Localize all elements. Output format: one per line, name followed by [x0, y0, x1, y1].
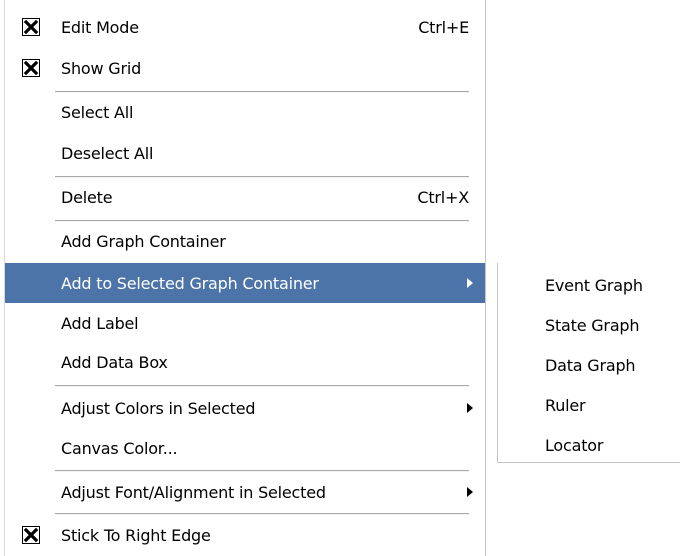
- menu-item-adjust-colors[interactable]: Adjust Colors in Selected: [5, 388, 485, 428]
- menu-item-label: Adjust Colors in Selected: [61, 398, 256, 418]
- menu-item-label: Add Graph Container: [61, 231, 226, 251]
- menu-item-add-graph-container[interactable]: Add Graph Container: [5, 221, 485, 261]
- submenu-item-locator[interactable]: Locator: [498, 425, 680, 465]
- menu-item-label: Locator: [545, 435, 604, 455]
- shortcut-label: Ctrl+E: [418, 17, 469, 37]
- menu-item-label: Add Label: [61, 313, 139, 333]
- submenu-item-data-graph[interactable]: Data Graph: [498, 345, 680, 385]
- chevron-right-icon: [467, 487, 473, 497]
- menu-item-canvas-color[interactable]: Canvas Color...: [5, 428, 485, 468]
- checkbox-checked-icon: [22, 526, 40, 544]
- menu-item-label: Select All: [61, 102, 134, 122]
- menu-item-label: Adjust Font/Alignment in Selected: [61, 482, 326, 502]
- menu-item-edit-mode[interactable]: Edit Mode Ctrl+E: [5, 7, 485, 47]
- menu-item-label: State Graph: [545, 315, 640, 335]
- menu-separator: [55, 385, 469, 387]
- menu-item-deselect-all[interactable]: Deselect All: [5, 133, 485, 173]
- menu-item-label: Show Grid: [61, 58, 142, 78]
- submenu-item-ruler[interactable]: Ruler: [498, 385, 680, 425]
- menu-item-label: Add Data Box: [61, 352, 168, 372]
- submenu-graph-types: Event Graph State Graph Data Graph Ruler…: [497, 263, 680, 463]
- chevron-right-icon: [467, 403, 473, 413]
- chevron-right-icon: [467, 278, 473, 288]
- menu-item-label: Data Graph: [545, 355, 636, 375]
- menu-item-label: Canvas Color...: [61, 438, 178, 458]
- menu-item-label: Stick To Right Edge: [61, 525, 211, 545]
- menu-item-add-data-box[interactable]: Add Data Box: [5, 342, 485, 382]
- menu-item-adjust-font[interactable]: Adjust Font/Alignment in Selected: [5, 472, 485, 512]
- menu-item-select-all[interactable]: Select All: [5, 92, 485, 132]
- menu-item-stick-to-right-edge[interactable]: Stick To Right Edge: [5, 515, 485, 555]
- menu-item-label: Add to Selected Graph Container: [61, 273, 319, 293]
- checkbox-checked-icon: [22, 59, 40, 77]
- submenu-item-event-graph[interactable]: Event Graph: [498, 265, 680, 305]
- menu-item-label: Ruler: [545, 395, 586, 415]
- menu-item-add-label[interactable]: Add Label: [5, 303, 485, 343]
- menu-item-add-to-selected-graph-container[interactable]: Add to Selected Graph Container: [5, 263, 485, 303]
- menu-item-label: Edit Mode: [61, 17, 139, 37]
- menu-item-label: Event Graph: [545, 275, 643, 295]
- submenu-item-state-graph[interactable]: State Graph: [498, 305, 680, 345]
- menu-item-label: Deselect All: [61, 143, 154, 163]
- menu-item-show-grid[interactable]: Show Grid: [5, 48, 485, 88]
- context-menu: Edit Mode Ctrl+E Show Grid Select All De…: [4, 0, 486, 556]
- checkbox-checked-icon: [22, 18, 40, 36]
- menu-item-label: Delete: [61, 187, 113, 207]
- shortcut-label: Ctrl+X: [417, 187, 469, 207]
- menu-item-delete[interactable]: Delete Ctrl+X: [5, 177, 485, 217]
